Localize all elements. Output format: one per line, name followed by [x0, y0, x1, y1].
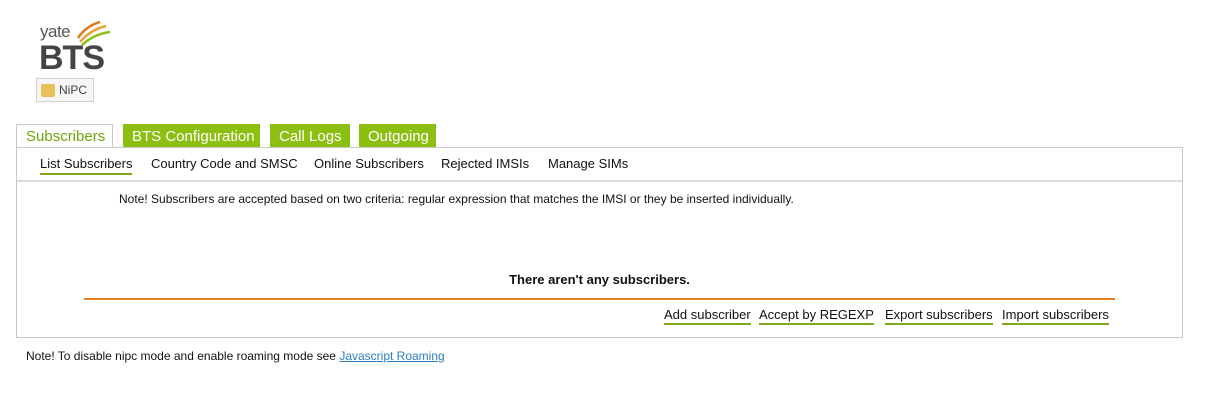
subscribers-note: Note! Subscribers are accepted based on … [119, 192, 794, 206]
accept-by-regexp-link[interactable]: Accept by REGEXP [759, 307, 874, 325]
subnav-rejected-imsis[interactable]: Rejected IMSIs [441, 156, 529, 173]
logo-nipc-badge: NiPC [36, 78, 94, 102]
sim-chip-icon [41, 84, 55, 97]
roaming-note: Note! To disable nipc mode and enable ro… [26, 349, 445, 363]
content-panel: List Subscribers Country Code and SMSC O… [16, 147, 1183, 338]
tab-outgoing[interactable]: Outgoing [359, 124, 436, 148]
sub-navigation: List Subscribers Country Code and SMSC O… [17, 148, 1182, 182]
tab-subscribers[interactable]: Subscribers [16, 124, 113, 149]
section-divider [84, 298, 1115, 300]
logo-nipc-text: NiPC [59, 83, 88, 97]
logo-bts-text: BTS [39, 39, 105, 77]
roaming-note-text: Note! To disable nipc mode and enable ro… [26, 349, 340, 363]
empty-subscribers-message: There aren't any subscribers. [509, 272, 690, 287]
subnav-list-subscribers[interactable]: List Subscribers [40, 156, 133, 175]
subnav-country-code-smsc[interactable]: Country Code and SMSC [151, 156, 298, 173]
javascript-roaming-link[interactable]: Javascript Roaming [339, 349, 444, 363]
export-subscribers-link[interactable]: Export subscribers [885, 307, 993, 325]
subnav-manage-sims[interactable]: Manage SIMs [548, 156, 628, 173]
tab-call-logs[interactable]: Call Logs [270, 124, 350, 148]
app-logo: yate BTS NiPC [34, 14, 114, 106]
subnav-online-subscribers[interactable]: Online Subscribers [314, 156, 424, 173]
add-subscriber-link[interactable]: Add subscriber [664, 307, 751, 325]
import-subscribers-link[interactable]: Import subscribers [1002, 307, 1109, 325]
tab-bts-configuration[interactable]: BTS Configuration [123, 124, 260, 148]
